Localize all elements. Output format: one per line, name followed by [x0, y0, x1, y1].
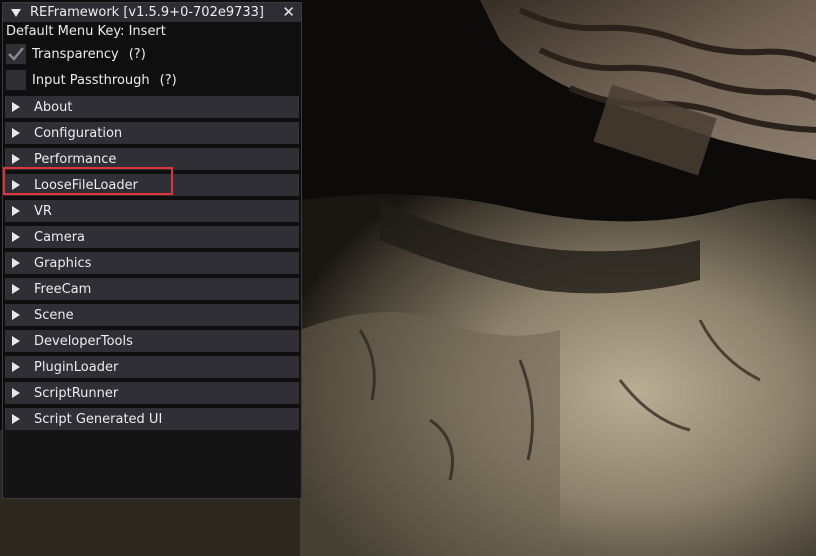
section-label: Configuration — [34, 125, 123, 141]
section-vr[interactable]: VR — [5, 200, 299, 222]
input-passthrough-label: Input Passthrough — [32, 72, 150, 88]
section-configuration[interactable]: Configuration — [5, 122, 299, 144]
section-label: Script Generated UI — [34, 411, 163, 427]
collapse-triangle-icon[interactable] — [11, 8, 21, 17]
expand-triangle-icon — [12, 284, 20, 294]
section-label: DeveloperTools — [34, 333, 133, 349]
window-title: REFramework [v1.5.9+0-702e9733] — [30, 5, 265, 20]
expand-triangle-icon — [12, 258, 20, 268]
section-label: Scene — [34, 307, 74, 323]
option-input-passthrough[interactable]: Input Passthrough (?) — [3, 67, 301, 93]
section-label: ScriptRunner — [34, 385, 119, 401]
expand-triangle-icon — [12, 336, 20, 346]
expand-triangle-icon — [12, 232, 20, 242]
section-scriptrunner[interactable]: ScriptRunner — [5, 382, 299, 404]
section-script-generated-ui[interactable]: Script Generated UI — [5, 408, 299, 430]
expand-triangle-icon — [12, 154, 20, 164]
expand-triangle-icon — [12, 310, 20, 320]
section-scene[interactable]: Scene — [5, 304, 299, 326]
expand-triangle-icon — [12, 414, 20, 424]
expand-triangle-icon — [12, 102, 20, 112]
checkmark-icon — [8, 47, 24, 61]
option-transparency[interactable]: Transparency (?) — [3, 41, 301, 67]
section-pluginloader[interactable]: PluginLoader — [5, 356, 299, 378]
section-label: VR — [34, 203, 52, 219]
window-titlebar[interactable]: REFramework [v1.5.9+0-702e9733] ✕ — [3, 3, 301, 22]
close-icon[interactable]: ✕ — [282, 3, 295, 22]
section-label: About — [34, 99, 73, 115]
default-menu-key-text: Default Menu Key: Insert — [6, 24, 166, 39]
highlight-annotation-box — [3, 167, 173, 195]
expand-triangle-icon — [12, 388, 20, 398]
section-freecam[interactable]: FreeCam — [5, 278, 299, 300]
transparency-checkbox[interactable] — [6, 44, 26, 64]
section-label: FreeCam — [34, 281, 92, 297]
section-camera[interactable]: Camera — [5, 226, 299, 248]
reframework-window[interactable]: REFramework [v1.5.9+0-702e9733] ✕ Defaul… — [2, 2, 302, 499]
expand-triangle-icon — [12, 362, 20, 372]
expand-triangle-icon — [12, 206, 20, 216]
sections-list: About Configuration Performance LooseFil… — [3, 96, 301, 430]
section-developertools[interactable]: DeveloperTools — [5, 330, 299, 352]
section-label: PluginLoader — [34, 359, 119, 375]
section-label: Camera — [34, 229, 86, 245]
section-graphics[interactable]: Graphics — [5, 252, 299, 274]
section-about[interactable]: About — [5, 96, 299, 118]
transparency-help-marker[interactable]: (?) — [129, 47, 146, 62]
input-passthrough-checkbox[interactable] — [6, 70, 26, 90]
expand-triangle-icon — [12, 128, 20, 138]
section-label: Graphics — [34, 255, 92, 271]
input-passthrough-help-marker[interactable]: (?) — [160, 73, 177, 88]
section-label: Performance — [34, 151, 117, 167]
transparency-label: Transparency — [32, 46, 119, 62]
